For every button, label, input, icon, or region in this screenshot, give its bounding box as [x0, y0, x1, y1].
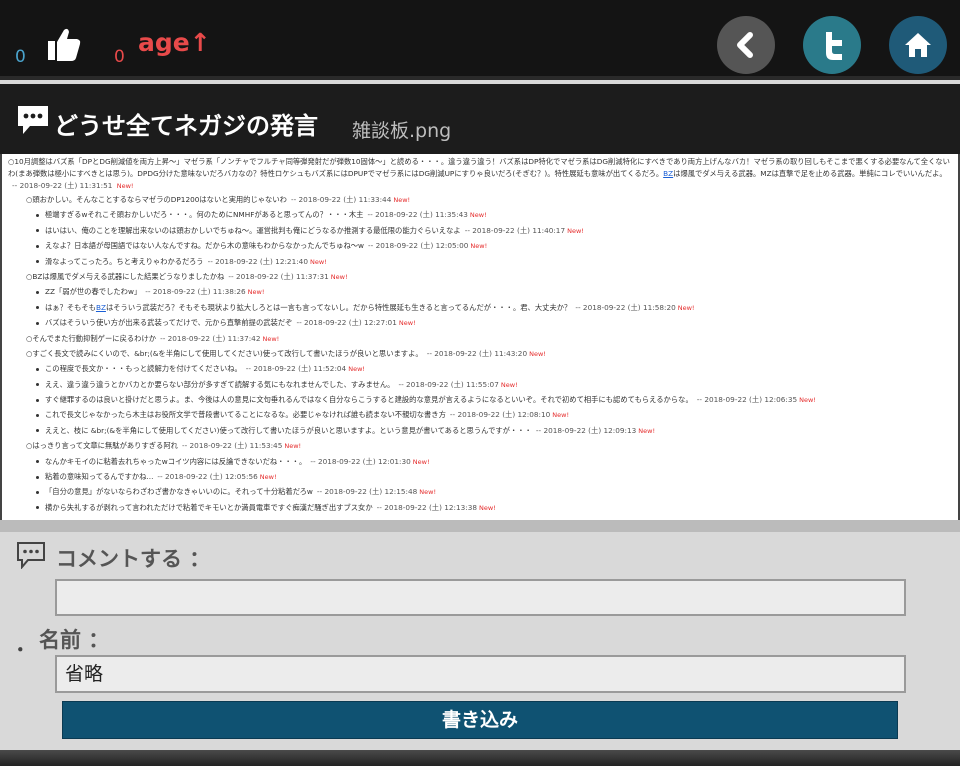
bullet-icon: [36, 413, 39, 417]
bullet-icon: [36, 506, 39, 510]
reply-row: 極端すぎるwそれこそ頭おかしいだろ・・・。何のためにNMHFがあると思ってんの？…: [2, 207, 958, 222]
comment-label: コメントする ：: [56, 547, 211, 571]
back-icon: [737, 32, 753, 58]
bullet-icon: [36, 244, 39, 248]
page-title: どうせ全てネガジの発言: [54, 112, 318, 140]
name-bullet: ．: [15, 632, 38, 657]
bullet-icon: [36, 460, 39, 464]
reply-row: すぐ継罪するのは良いと掛けだと思うよ。ま、今後は人の意見に文句垂れるんではなく自…: [2, 392, 958, 407]
bullet-icon: [36, 260, 39, 264]
comment-icon: [18, 106, 48, 134]
bz-link[interactable]: BZ: [663, 169, 673, 178]
divider: [0, 520, 960, 532]
reply-list: ○頭おかしい。そんなことするならマゼラのDP1200はないと実用的じゃないわ --…: [2, 192, 958, 515]
reply-row: はいはい、俺のことを理解出来ないのは頭おかしいでちゅね〜。運営批判も俺にどうなる…: [2, 223, 958, 238]
reply-row: バズはそういう使い方が出来る武装ってだけで、元から直撃前提の武装だぞ -- 201…: [2, 315, 958, 330]
bottom-bar: [0, 750, 960, 766]
bullet-icon: [36, 398, 39, 402]
bullet-icon: [36, 367, 39, 371]
page-subtitle: 雑談板.png: [352, 120, 452, 142]
bullet-icon: [36, 213, 39, 217]
comment-icon: [17, 542, 45, 569]
name-label: 名前 ：: [39, 628, 110, 652]
reply-row: ○すごく長文で読みにくいので、&br;(&を半角にして使用してください)使って改…: [26, 348, 546, 358]
back-button[interactable]: [717, 16, 775, 74]
comment-input[interactable]: [55, 579, 906, 616]
reply-row: ええ、違う違う違うとかバカとか要らない部分が多すぎて読解する気にもなれませんでし…: [2, 377, 958, 392]
bullet-icon: [36, 306, 39, 310]
bullet-icon: [36, 490, 39, 494]
reply-row: ええと、枝に &br;(&を半角にして使用してください)使って改行して書いたほう…: [2, 423, 958, 438]
home-icon: [905, 33, 931, 57]
reply-row: ○そんでまた行動抑制ゲーに戻るわけか -- 2018-09-22 (土) 11:3…: [26, 333, 280, 343]
submit-button[interactable]: 書き込み: [62, 701, 898, 739]
bullet-icon: [36, 475, 39, 479]
reply-row: ○はっきり言って文章に無駄がありすぎる阿れ -- 2018-09-22 (土) 1…: [26, 441, 302, 451]
reply-row: 「自分の意見」がないならわざわざ書かなきゃいいのに。それって十分粘着だろw -- …: [2, 484, 958, 499]
bullet-icon: [36, 383, 39, 387]
reply-row: これで長文じゃなかったら木主はお役所文学で普段書いてることになるな。必要じゃなけ…: [2, 407, 958, 422]
thumbs-up-icon[interactable]: [44, 24, 84, 64]
twitter-button[interactable]: [803, 16, 861, 74]
reply-row: えなよ？日本語が母国語ではない人なんですね。だから木の意味もわからなかったんでち…: [2, 238, 958, 253]
reply-row: 粘着の意味知ってるんですかね... -- 2018-09-22 (土) 12:05…: [2, 469, 958, 484]
twitter-icon: [826, 32, 842, 60]
reply-row: この程度で長文か・・・もっと読解力を付けてくださいね。 -- 2018-09-22…: [2, 361, 958, 376]
bullet-icon: [36, 321, 39, 325]
top-bar: 0 0 age↑: [0, 0, 960, 80]
bullet-icon: [36, 229, 39, 233]
bz-link[interactable]: BZ: [96, 303, 106, 312]
reply-row: はぁ？そもそもBZはそういう武装だろ？そもそも現状より拡大しろとは一言も言ってな…: [2, 300, 958, 315]
reply-row: ZZ「弱が世の春でしたわw」 -- 2018-09-22 (土) 11:38:26…: [2, 284, 958, 299]
home-button[interactable]: [889, 16, 947, 74]
age-button[interactable]: age↑: [138, 28, 211, 57]
first-post: ○10月調整はバズ系「DPとDG削減値を両方上昇〜」マゼラ系「ノンチャでフルチャ…: [8, 157, 950, 190]
bullet-icon: [36, 429, 39, 433]
likes-count: 0: [15, 47, 26, 67]
age-count: 0: [114, 47, 125, 67]
name-input[interactable]: 省略: [55, 655, 906, 693]
bullet-icon: [36, 290, 39, 294]
reply-row: 横から失礼するが剥れって言われただけで粘着でキモいとか満員電車ですぐ痴漢だ騒ぎ出…: [2, 500, 958, 515]
reply-row: ○BZは爆風でダメ与える武器にした結果どうなりましたかね -- 2018-09-2…: [26, 271, 348, 281]
reply-row: ○頭おかしい。そんなことするならマゼラのDP1200はないと実用的じゃないわ --…: [26, 195, 411, 204]
reply-row: なんかキモイのに粘着去れちゃったwコイツ内容には反論できないだね・・・。 -- 2…: [2, 454, 958, 469]
reply-row: 滑なよってこったろ。ちと考えりゃわかるだろう -- 2018-09-22 (土) …: [2, 254, 958, 269]
screenshot-image: ○10月調整はバズ系「DPとDG削減値を両方上昇〜」マゼラ系「ノンチャでフルチャ…: [0, 154, 960, 520]
